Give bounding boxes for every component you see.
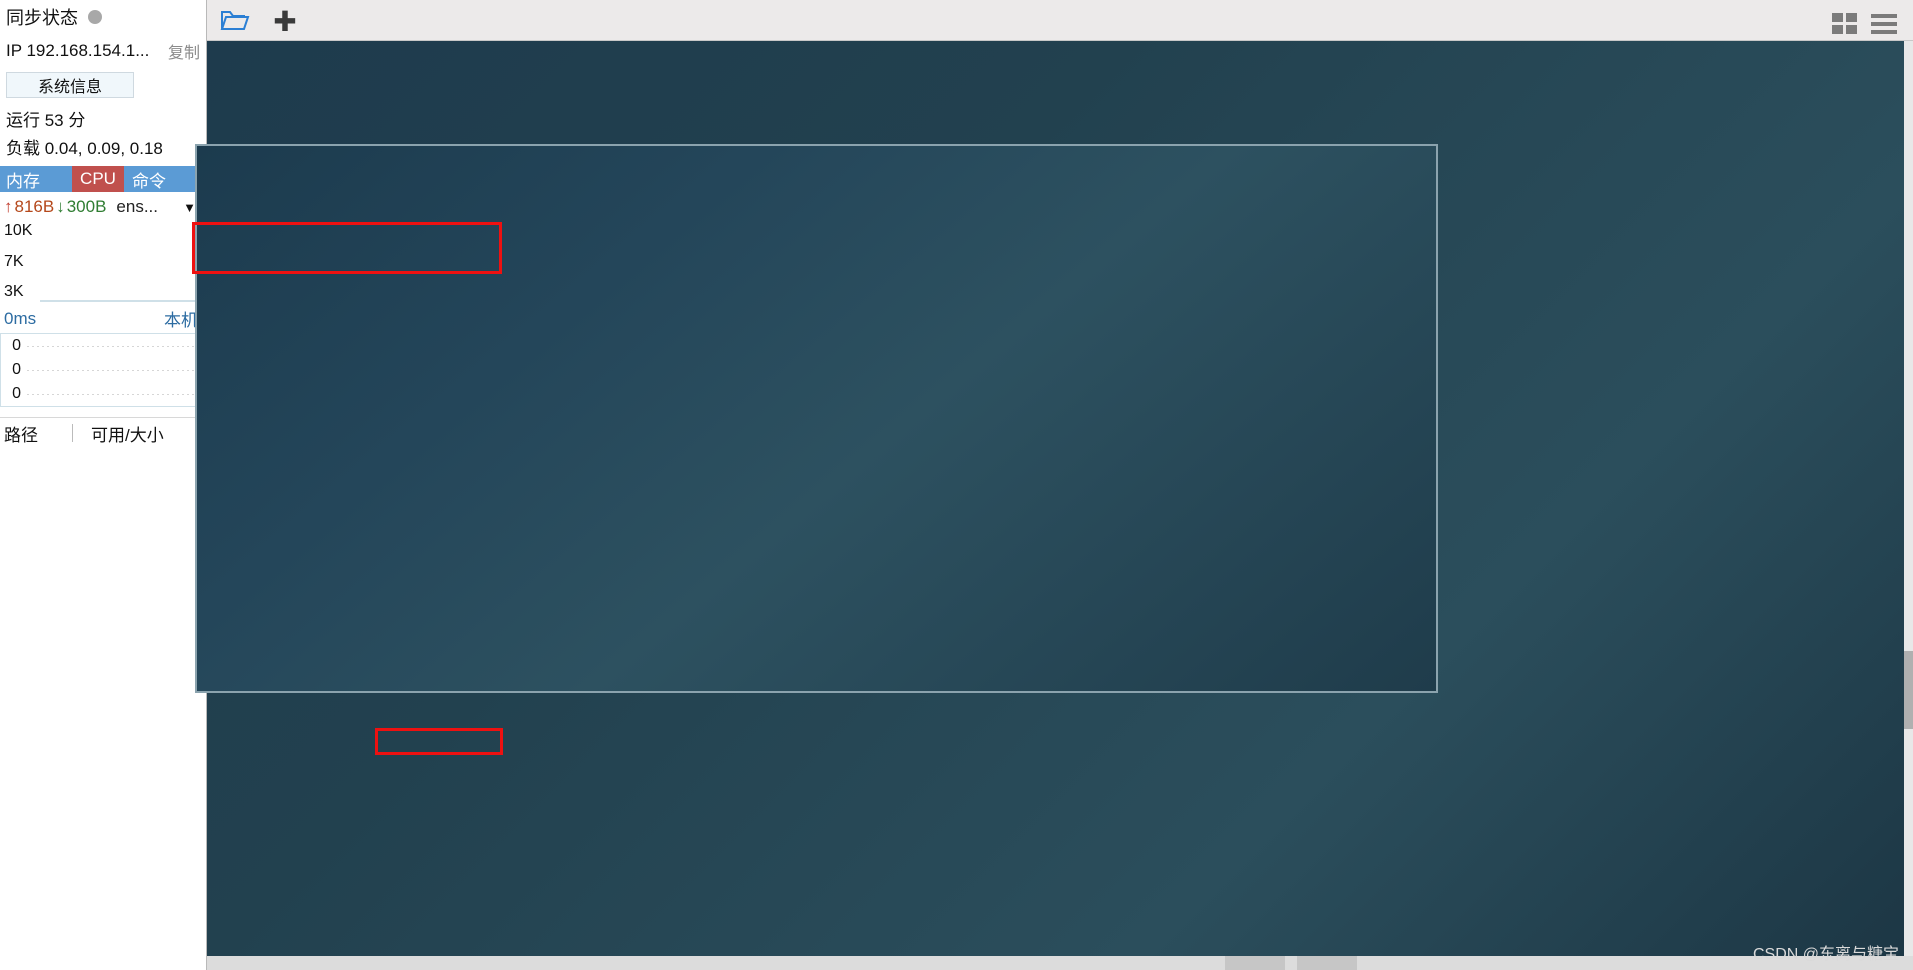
net-y-label-1: 7K xyxy=(4,252,24,270)
status-bar-button-2[interactable] xyxy=(1297,956,1357,970)
process-table-header: 内存 CPU 命令 xyxy=(0,166,206,192)
ping-host-label: 本机 xyxy=(164,311,198,330)
ping-grid-line xyxy=(27,369,195,371)
upload-arrow-icon: ↑ xyxy=(4,197,13,216)
process-table: 内存 CPU 命令 xyxy=(0,166,206,192)
process-header-cmd: 命令 xyxy=(132,171,166,191)
ping-chart-row: 0 xyxy=(1,382,199,406)
ping-y-label-0: 0 xyxy=(12,337,21,354)
watermark-text: CSDN @东离与糖宝 xyxy=(1752,946,1899,963)
terminal-scrollbar-thumb[interactable] xyxy=(1904,651,1913,729)
status-bar xyxy=(207,956,1913,970)
vim-editor-window[interactable] xyxy=(195,144,1438,693)
process-header-cpu: CPU xyxy=(72,166,124,192)
network-traffic-chart: 10K 7K 3K xyxy=(0,222,200,302)
ping-header: 0ms 本机 xyxy=(0,302,206,333)
ip-address-row: IP 192.168.154.1... 复制 xyxy=(0,34,206,68)
network-chart-plot xyxy=(40,222,200,302)
tabbar-right-controls xyxy=(1832,13,1913,40)
load-average-text: 负载 0.04, 0.09, 0.18 xyxy=(6,138,163,158)
disk-table-header: 路径 可用/大小 xyxy=(0,418,206,448)
ping-chart-row: 0 xyxy=(1,358,199,382)
folder-open-icon[interactable] xyxy=(207,0,263,40)
grid-view-icon[interactable] xyxy=(1832,13,1857,34)
network-interface-name: ens... xyxy=(116,197,158,216)
ping-y-label-1: 0 xyxy=(12,361,21,378)
ping-y-label-2: 0 xyxy=(12,385,21,402)
network-chart-y-axis: 10K 7K 3K xyxy=(0,222,40,302)
system-info-button[interactable]: 系统信息 xyxy=(6,72,134,98)
sync-status-label: 同步状态 xyxy=(6,8,78,28)
status-bar-button-1[interactable] xyxy=(1225,956,1285,970)
terminal-tab-bar: ✚ xyxy=(207,0,1913,41)
new-tab-button[interactable]: ✚ xyxy=(263,2,307,40)
ping-grid-line xyxy=(27,393,195,395)
ping-grid-line xyxy=(27,345,195,347)
load-average-row: 负载 0.04, 0.09, 0.18 xyxy=(0,132,206,160)
process-header-mem: 内存 xyxy=(6,171,40,191)
sysinfo-button-wrap: 系统信息 xyxy=(0,68,206,104)
sync-status-indicator-icon xyxy=(88,10,102,24)
copy-ip-button[interactable]: 复制 xyxy=(168,39,200,63)
download-rate-value: 300B xyxy=(66,197,107,216)
uptime-row: 运行 53 分 xyxy=(0,104,206,132)
terminal-scrollbar[interactable] xyxy=(1904,41,1913,956)
network-stats-header: ↑ 816B ↓ 300B ens... ▼ xyxy=(0,192,206,222)
download-arrow-icon: ↓ xyxy=(56,197,65,216)
ping-latency-value: 0ms xyxy=(4,308,37,328)
hamburger-menu-icon[interactable] xyxy=(1871,13,1897,34)
uptime-text: 运行 53 分 xyxy=(6,110,86,130)
disk-header-size: 可用/大小 xyxy=(91,425,164,445)
ping-chart: 0 0 0 xyxy=(0,333,200,407)
sync-status-row: 同步状态 xyxy=(0,0,206,34)
system-monitor-sidebar: 同步状态 IP 192.168.154.1... 复制 系统信息 运行 53 分… xyxy=(0,0,207,970)
net-y-label-2: 3K xyxy=(4,283,24,300)
upload-rate-value: 816B xyxy=(14,197,55,216)
ping-chart-row: 0 xyxy=(1,334,199,358)
ip-address-text: IP 192.168.154.1... xyxy=(6,41,150,60)
disk-header-path: 路径 xyxy=(4,425,38,445)
net-y-label-0: 10K xyxy=(4,222,33,239)
disk-usage-table: 路径 可用/大小 xyxy=(0,417,206,448)
